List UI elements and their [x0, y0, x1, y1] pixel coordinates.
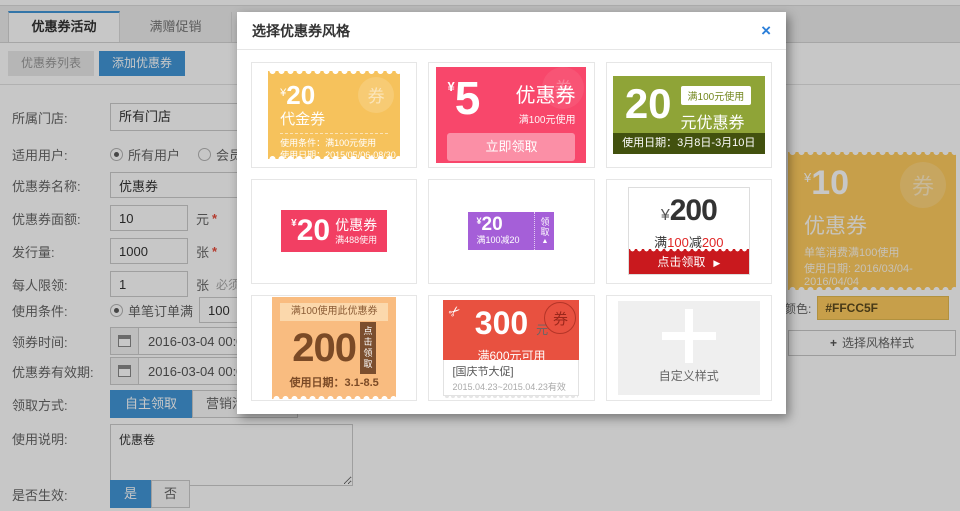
- coupon-graphic: ¥200 满100减200 点击领取▶: [628, 187, 750, 275]
- coupon-style-card-custom[interactable]: 自定义样式: [606, 295, 772, 401]
- coupon-amount: ¥200: [629, 195, 749, 232]
- coupon-amount: 20: [482, 214, 503, 235]
- coupon-date-strip: 使用日期：3月8日-3月10日: [613, 133, 765, 154]
- coupon-date: 使用日期：3.1-8.5: [272, 374, 396, 390]
- coupon-style-card-purple[interactable]: ¥20 满100减20 领取 ▲: [428, 179, 594, 285]
- custom-style-label: 自定义样式: [618, 367, 760, 384]
- modal-title: 选择优惠券风格: [252, 21, 350, 41]
- coupon-condition: 满600元可用: [443, 347, 579, 364]
- serrated-edge: [272, 394, 396, 399]
- close-icon[interactable]: ×: [761, 22, 771, 39]
- coupon-amount: 5: [455, 76, 481, 126]
- claim-now-button[interactable]: 立即领取: [447, 133, 575, 161]
- coupon-style-card-yellow-stamp[interactable]: ¥20 代金券 使用条件：满100元使用 使用日期：2015/05/06-08/…: [251, 62, 417, 168]
- coupon-graphic: 20 满100元使用 元优惠券 使用日期：3月8日-3月10日: [613, 76, 765, 154]
- click-claim-bar[interactable]: 点击领取▶: [629, 249, 749, 274]
- coupon-amount: 20: [297, 214, 330, 248]
- coupon-graphic: 满100使用此优惠券 200 点击领取 使用日期：3.1-8.5: [272, 297, 396, 399]
- coupon-style-card-white-red[interactable]: ¥200 满100减200 点击领取▶: [606, 179, 772, 285]
- condition-pill: 满100元使用: [681, 86, 752, 105]
- coupon-style-card-red-ticket[interactable]: ✂ 券 300元 满600元可用 [国庆节大促] 2015.04.23~2015…: [428, 295, 594, 401]
- coupon-graphic: ¥ 20 优惠券 满488使用: [281, 210, 387, 252]
- coupon-style-card-pink[interactable]: 券 ¥ 5 优惠券 满100元使用 立即领取: [428, 62, 594, 168]
- serrated-edge: [268, 154, 400, 159]
- currency-symbol: ¥: [447, 76, 454, 126]
- coupon-condition: 满488使用: [335, 233, 377, 246]
- coupon-condition: 满100减20: [476, 233, 534, 246]
- coupon-badge-icon: 券: [358, 77, 394, 113]
- currency-symbol: ¥: [476, 216, 481, 226]
- coupon-style-modal: 选择优惠券风格 × ¥20 代金券 使用条件：满100元使用 使用日期：2015…: [237, 12, 786, 414]
- custom-style-tile: 自定义样式: [618, 301, 760, 395]
- claim-label: 领取: [540, 217, 550, 237]
- arrow-right-icon: ▶: [713, 258, 720, 268]
- coupon-graphic: ¥20 代金券 使用条件：满100元使用 使用日期：2015/05/06-08/…: [268, 71, 400, 159]
- coupon-header: 满100使用此优惠券: [280, 303, 388, 321]
- plus-icon: [662, 309, 716, 363]
- coupon-validity: 2015.04.23~2015.04.23有效: [452, 380, 570, 393]
- coupon-badge-icon: 券: [542, 67, 584, 109]
- coupon-style-card-pink-tag[interactable]: ¥ 20 优惠券 满488使用: [251, 179, 417, 285]
- claim-tab: 领取 ▲: [534, 212, 554, 250]
- coupon-graphic: ✂ 券 300元 满600元可用 [国庆节大促] 2015.04.23~2015…: [443, 300, 579, 396]
- serrated-edge: [268, 71, 400, 76]
- zigzag-edge: [629, 249, 749, 253]
- wavy-edge: [444, 396, 578, 400]
- coupon-event-name: [国庆节大促]: [452, 363, 570, 379]
- coupon-graphic: ¥20 满100减20 领取 ▲: [468, 212, 554, 250]
- coupon-style-card-green[interactable]: 20 满100元使用 元优惠券 使用日期：3月8日-3月10日: [606, 62, 772, 168]
- coupon-graphic: 券 ¥ 5 优惠券 满100元使用 立即领取: [436, 67, 586, 163]
- coupon-condition: 满100元使用: [515, 111, 575, 126]
- coupon-amount: 200: [292, 325, 356, 371]
- coupon-title: 优惠券: [335, 217, 377, 233]
- coupon-title: 元优惠券: [681, 109, 752, 133]
- coupon-style-grid: ¥20 代金券 使用条件：满100元使用 使用日期：2015/05/06-08/…: [237, 50, 786, 413]
- coupon-style-card-orange[interactable]: 满100使用此优惠券 200 点击领取 使用日期：3.1-8.5: [251, 295, 417, 401]
- click-claim-vertical-button[interactable]: 点击领取: [360, 322, 376, 374]
- currency-symbol: ¥: [291, 218, 297, 229]
- arrow-up-icon: ▲: [542, 238, 549, 245]
- modal-header: 选择优惠券风格 ×: [237, 12, 786, 50]
- coupon-amount: 20: [625, 79, 672, 133]
